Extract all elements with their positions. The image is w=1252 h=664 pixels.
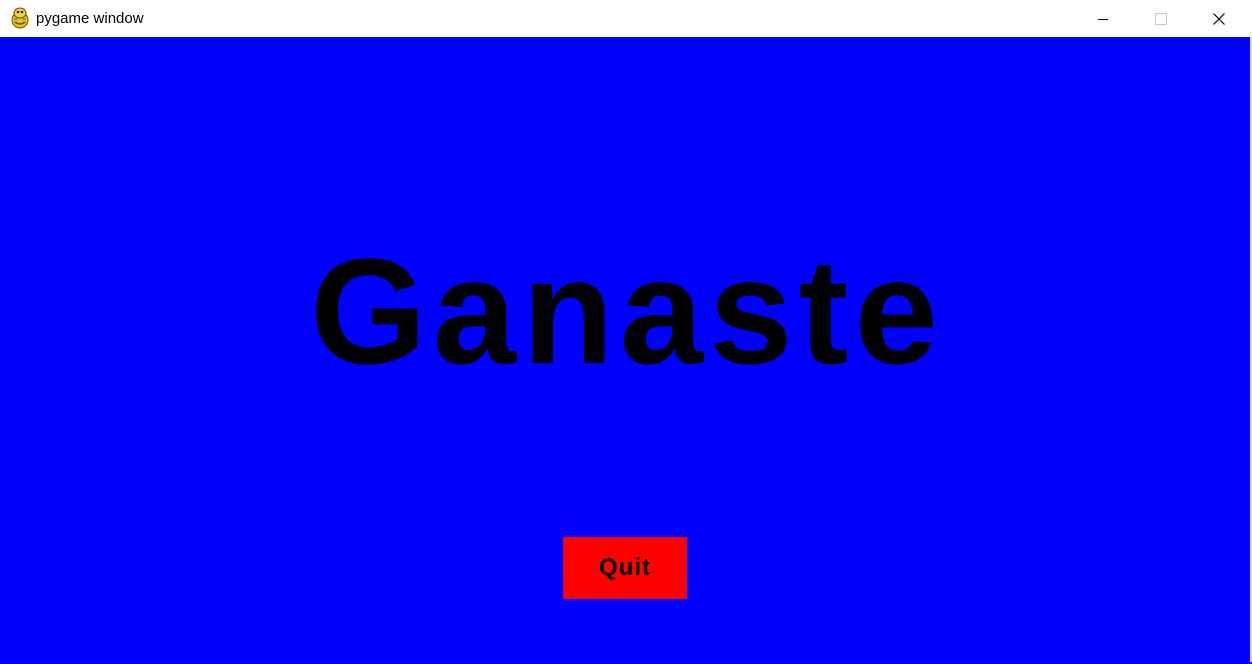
window-title: pygame window	[36, 10, 144, 27]
close-button[interactable]	[1190, 0, 1248, 37]
maximize-icon	[1155, 12, 1167, 25]
minimize-icon	[1097, 13, 1109, 25]
maximize-button[interactable]	[1132, 0, 1190, 37]
title-bar[interactable]: pygame window	[0, 0, 1252, 37]
quit-button[interactable]: Quit	[563, 537, 687, 599]
minimize-button[interactable]	[1074, 0, 1132, 37]
quit-button-label: Quit	[599, 554, 651, 581]
close-icon	[1213, 12, 1225, 25]
win-message: Ganaste	[310, 227, 944, 395]
pygame-window: pygame window Ganaste Quit	[0, 0, 1252, 664]
pygame-snake-icon	[10, 7, 30, 29]
